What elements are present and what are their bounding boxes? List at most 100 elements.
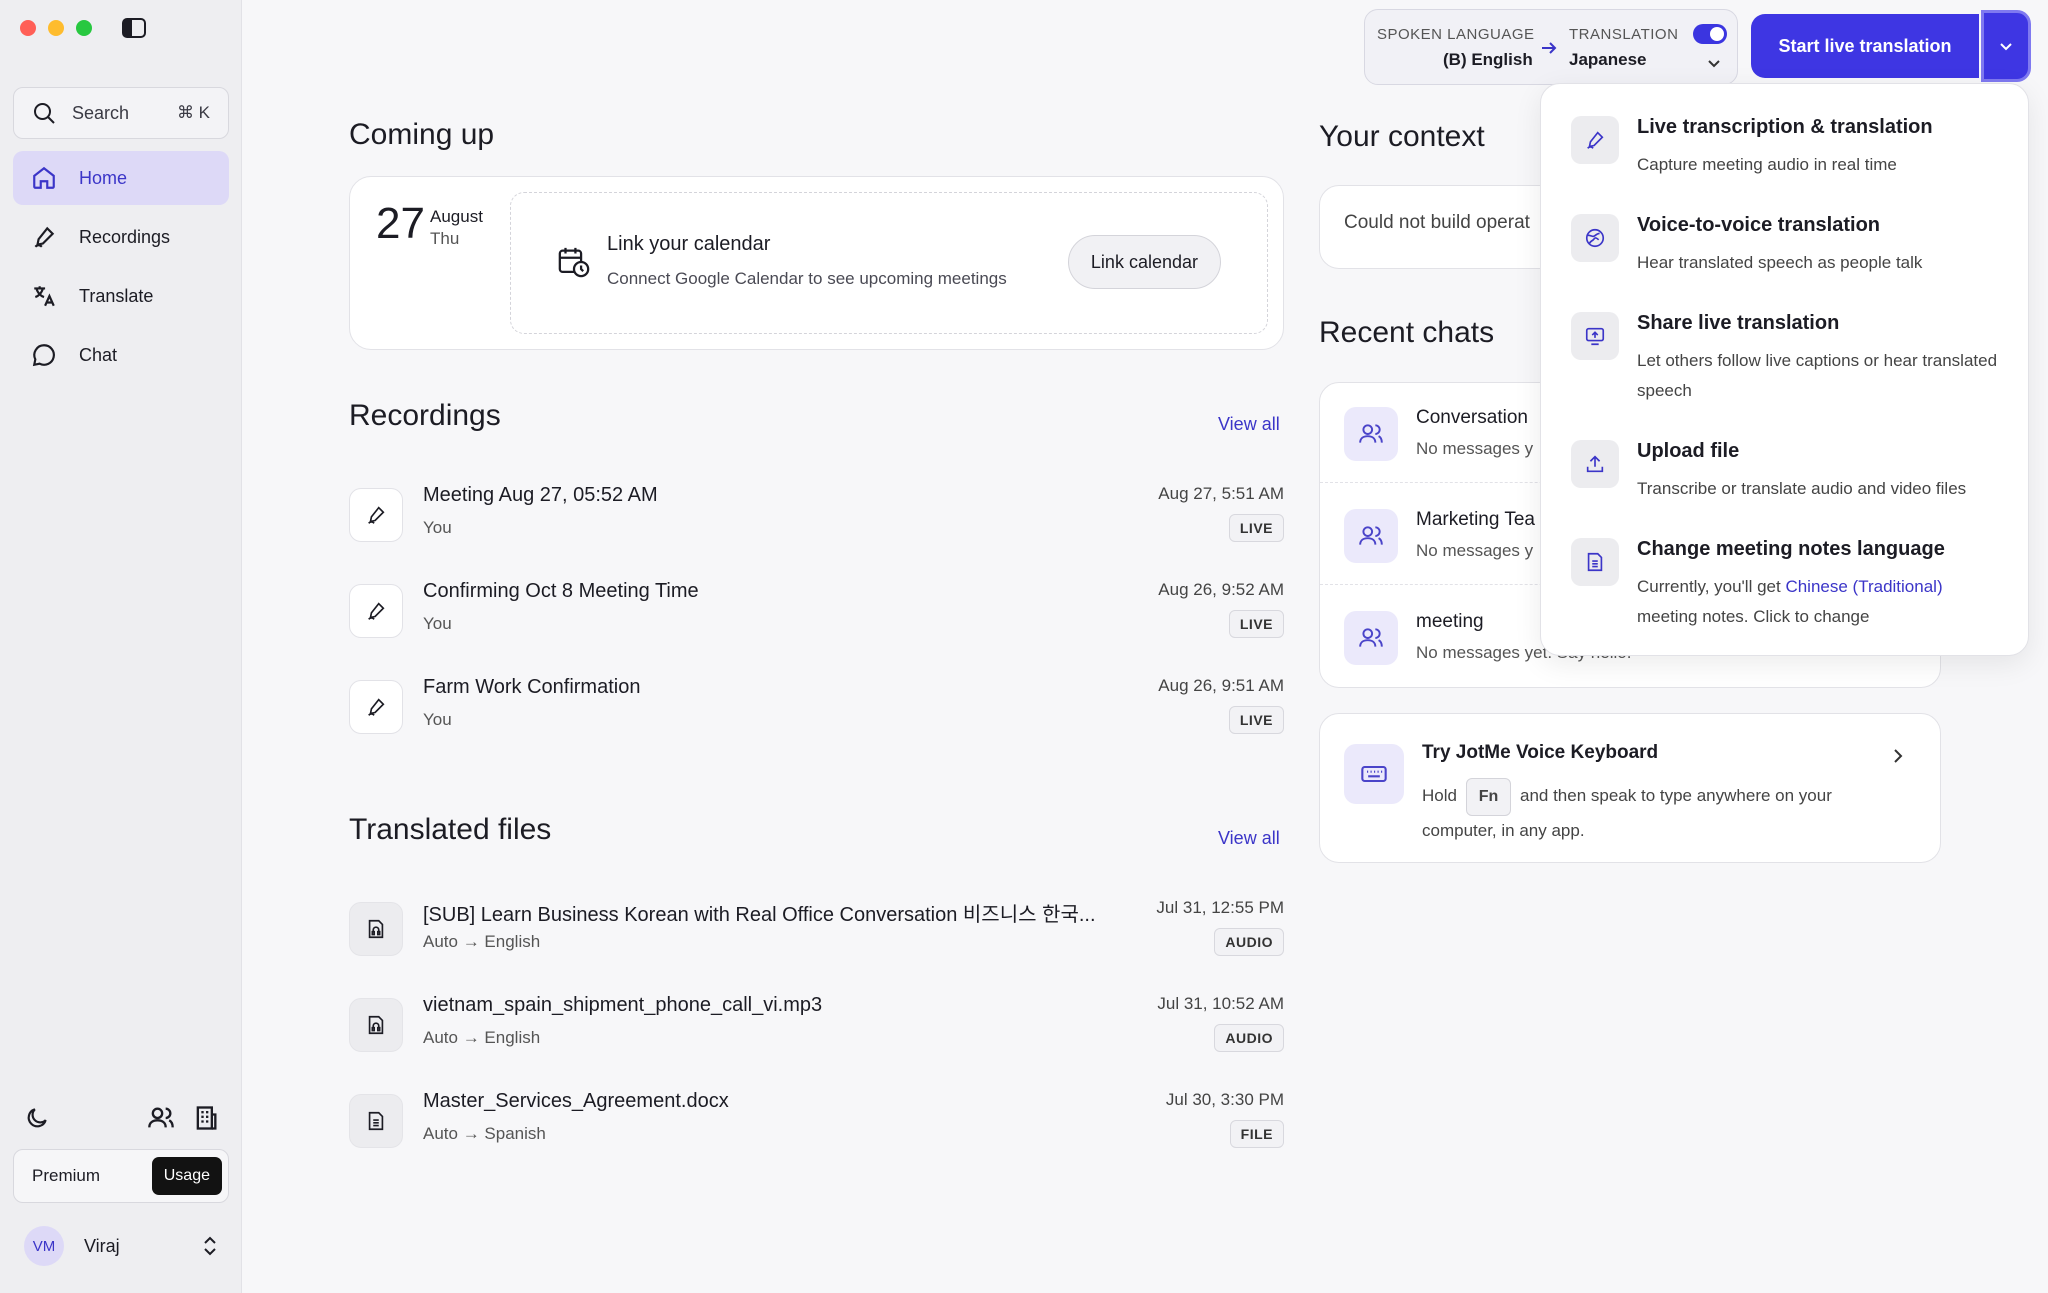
audio-file-icon: [349, 998, 403, 1052]
menu-item-upload-file[interactable]: Upload file Transcribe or translate audi…: [1541, 440, 2030, 512]
home-icon: [33, 166, 55, 189]
chevron-right-icon: [1894, 749, 1903, 763]
start-live-translation-button[interactable]: Start live translation: [1751, 14, 1979, 78]
notes-language-desc-pre: Currently, you'll get: [1637, 577, 1781, 596]
user-menu[interactable]: VM Viraj: [24, 1226, 220, 1266]
group-icon: [1344, 407, 1398, 461]
translation-toggle[interactable]: [1693, 24, 1727, 44]
recordings-view-all-link[interactable]: View all: [1218, 414, 1280, 435]
notes-language-link[interactable]: Chinese (Traditional): [1785, 577, 1942, 596]
menu-item-share-translation[interactable]: Share live translation Let others follow…: [1541, 312, 2030, 412]
menu-item-voice-to-voice[interactable]: Voice-to-voice translation Hear translat…: [1541, 214, 2030, 286]
plan-name: Premium: [32, 1166, 101, 1185]
search-icon: [34, 103, 55, 124]
sidebar-toggle-icon[interactable]: [122, 18, 146, 38]
upload-icon: [1571, 440, 1619, 488]
sidebar-item-chat[interactable]: Chat: [13, 328, 229, 382]
menu-item-title: Change meeting notes language: [1637, 538, 1945, 560]
file-language: Auto → English: [423, 932, 541, 951]
pen-icon: [349, 488, 403, 542]
user-name: Viraj: [84, 1235, 120, 1256]
recording-row[interactable]: Farm Work Confirmation You Aug 26, 9:51 …: [349, 676, 1284, 736]
close-window-button[interactable]: [20, 20, 36, 36]
recording-row[interactable]: Confirming Oct 8 Meeting Time You Aug 26…: [349, 580, 1284, 640]
chevron-up-down-icon: [204, 1236, 216, 1256]
your-context-title: Your context: [1319, 120, 1485, 153]
link-calendar-button[interactable]: Link calendar: [1067, 235, 1221, 289]
live-badge: LIVE: [1228, 610, 1284, 638]
sidebar-item-label: Recordings: [79, 226, 171, 247]
screen-share-icon: [1571, 312, 1619, 360]
organization-icon[interactable]: [192, 1104, 220, 1132]
file-row[interactable]: vietnam_spain_shipment_phone_call_vi.mp3…: [349, 994, 1284, 1054]
translation-label: TRANSLATION: [1569, 26, 1679, 43]
recording-owner: You: [423, 614, 452, 633]
date-month: August: [430, 207, 483, 226]
context-message: Could not build operat: [1344, 212, 1530, 233]
window-controls: [20, 20, 92, 36]
search-button[interactable]: Search ⌘ K: [13, 87, 229, 139]
sidebar-bottom-icons: [24, 1104, 220, 1132]
plan-box: Premium Usage: [13, 1149, 229, 1203]
file-language: Auto → Spanish: [423, 1124, 546, 1143]
sidebar-item-home[interactable]: Home: [13, 151, 229, 205]
arrow-right-icon: [1542, 42, 1557, 54]
menu-item-title: Voice-to-voice translation: [1637, 214, 1881, 236]
chat-title: meeting: [1416, 611, 1484, 632]
recording-title: Confirming Oct 8 Meeting Time: [423, 580, 699, 602]
voice-keyboard-card[interactable]: Try JotMe Voice Keyboard Hold Fn and the…: [1319, 713, 1941, 863]
file-row[interactable]: [SUB] Learn Business Korean with Real Of…: [349, 898, 1284, 958]
audio-badge: AUDIO: [1214, 928, 1284, 956]
recordings-title: Recordings: [349, 399, 501, 432]
recording-time: Aug 26, 9:51 AM: [1158, 676, 1284, 695]
date-day: Thu: [430, 229, 460, 248]
recording-row[interactable]: Meeting Aug 27, 05:52 AM You Aug 27, 5:5…: [349, 484, 1284, 544]
pen-icon: [34, 226, 55, 248]
file-time: Jul 31, 10:52 AM: [1157, 994, 1284, 1013]
sidebar-item-recordings[interactable]: Recordings: [13, 210, 229, 264]
sidebar-item-translate[interactable]: Translate: [13, 269, 229, 323]
file-title: Master_Services_Agreement.docx: [423, 1090, 729, 1112]
sidebar-nav: Home Recordings Translate Chat: [13, 151, 229, 387]
menu-item-notes-language[interactable]: Change meeting notes language Currently,…: [1541, 538, 2030, 638]
chat-icon: [32, 344, 55, 367]
translated-files-view-all-link[interactable]: View all: [1218, 828, 1280, 849]
file-badge: FILE: [1229, 1120, 1284, 1148]
recording-owner: You: [423, 518, 452, 537]
coming-up-card: 27 August Thu Link your calendar Connect…: [349, 176, 1284, 350]
menu-item-title: Upload file: [1637, 440, 1740, 462]
language-selector[interactable]: SPOKEN LANGUAGE (B) English TRANSLATION …: [1364, 9, 1738, 85]
date-number: 27: [376, 199, 425, 248]
file-time: Jul 30, 3:30 PM: [1165, 1090, 1284, 1109]
sidebar-item-label: Translate: [79, 285, 154, 306]
minimize-window-button[interactable]: [48, 20, 64, 36]
audio-file-icon: [349, 902, 403, 956]
usage-button[interactable]: Usage: [151, 1157, 222, 1195]
search-shortcut: ⌘ K: [176, 103, 210, 122]
start-options-dropdown-button[interactable]: [1981, 10, 2031, 82]
keyboard-card-description: Hold Fn and then speak to type anywhere …: [1422, 778, 1882, 846]
document-icon: [1571, 538, 1619, 586]
file-row[interactable]: Master_Services_Agreement.docx Auto → Sp…: [349, 1090, 1284, 1150]
translation-language-value: Japanese: [1569, 50, 1647, 69]
chevron-down-icon: [1708, 60, 1720, 68]
team-icon[interactable]: [147, 1104, 175, 1132]
moon-icon[interactable]: [24, 1105, 50, 1131]
fn-key: Fn: [1465, 778, 1512, 816]
translate-icon: [34, 286, 55, 307]
menu-item-description: Capture meeting audio in real time: [1637, 155, 1897, 174]
pen-icon: [349, 584, 403, 638]
maximize-window-button[interactable]: [76, 20, 92, 36]
menu-item-title: Live transcription & translation: [1637, 116, 1933, 138]
recording-time: Aug 26, 9:52 AM: [1158, 580, 1284, 599]
chat-title: Conversation: [1416, 407, 1528, 428]
notes-language-desc-post: meeting notes. Click to change: [1637, 607, 1870, 626]
spoken-language-label: SPOKEN LANGUAGE: [1377, 26, 1535, 43]
pen-icon: [349, 680, 403, 734]
live-badge: LIVE: [1228, 706, 1284, 734]
translated-files-title: Translated files: [349, 813, 552, 846]
keyboard-icon: [1344, 744, 1404, 804]
menu-item-live-transcription[interactable]: Live transcription & translation Capture…: [1541, 116, 2030, 188]
chat-preview: No messages y: [1416, 439, 1534, 458]
globe-icon: [1571, 214, 1619, 262]
